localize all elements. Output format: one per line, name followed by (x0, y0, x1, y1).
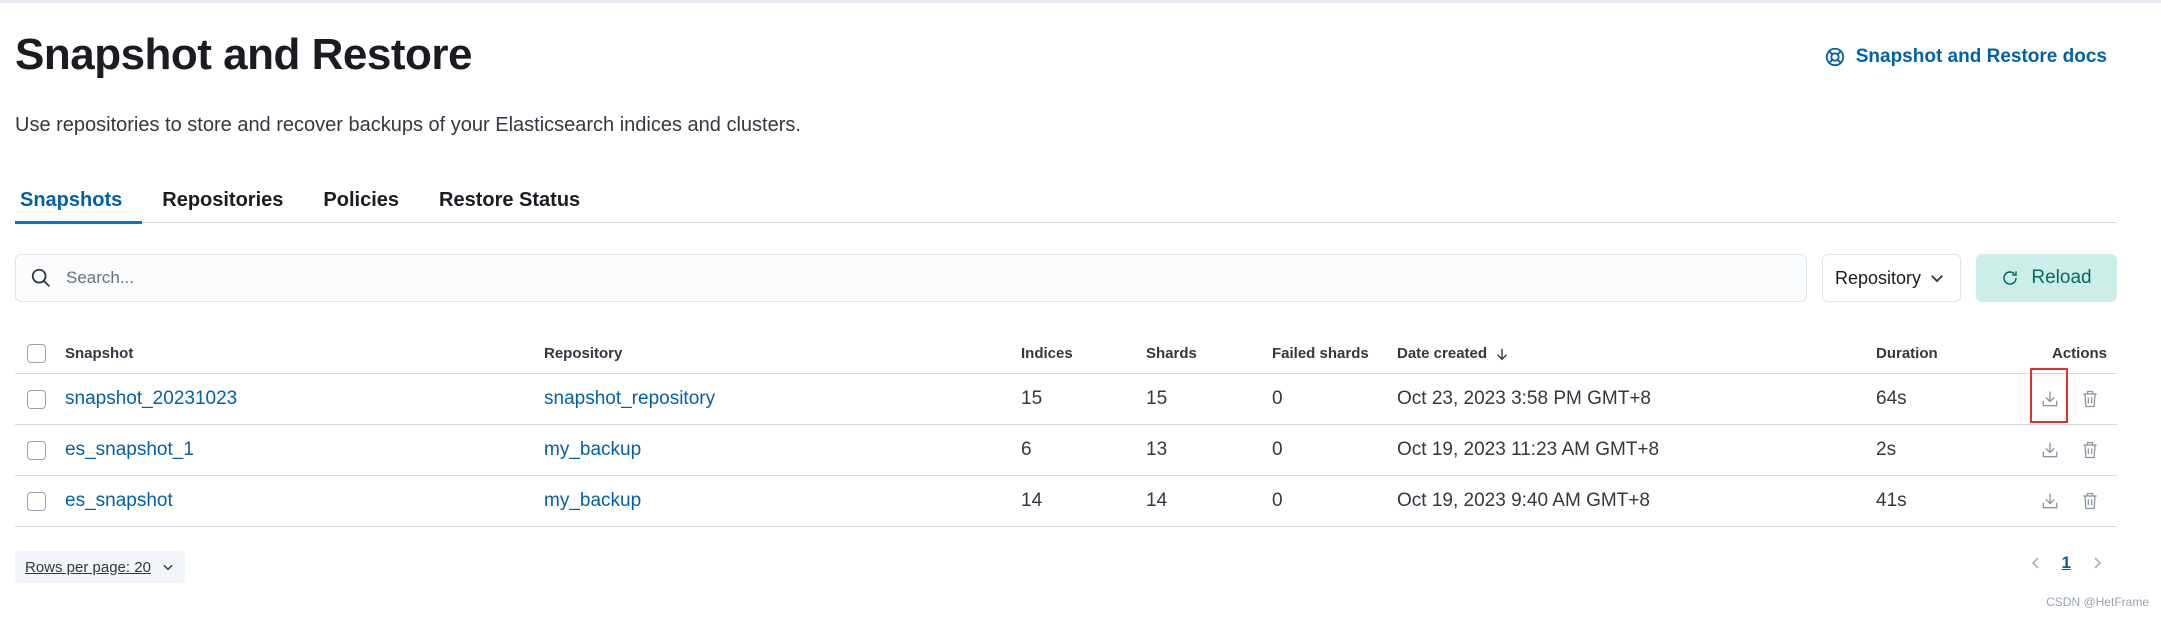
page-title: Snapshot and Restore (15, 30, 472, 79)
chevron-down-icon (1931, 275, 1943, 283)
snapshot-name-link[interactable]: es_snapshot (65, 476, 173, 526)
repository-link[interactable]: my_backup (544, 425, 641, 475)
chevron-down-icon (163, 564, 173, 571)
annotation-highlight-box (2030, 368, 2068, 423)
restore-button[interactable] (2037, 425, 2063, 475)
snapshot-name-link[interactable]: snapshot_20231023 (65, 374, 237, 424)
column-header-repository[interactable]: Repository (544, 334, 622, 373)
date-created: Oct 19, 2023 11:23 AM GMT+8 (1397, 439, 1660, 460)
delete-button[interactable] (2077, 374, 2103, 424)
date-created-label: Date created (1397, 345, 1488, 362)
snapshot-name-link[interactable]: es_snapshot_1 (65, 425, 194, 475)
delete-button[interactable] (2077, 425, 2103, 475)
delete-button[interactable] (2077, 476, 2103, 526)
shards-count: 14 (1146, 490, 1168, 511)
tab-policies[interactable]: Policies (303, 178, 419, 223)
shards-count: 15 (1146, 388, 1168, 409)
repository-link[interactable]: my_backup (544, 476, 641, 526)
select-all-checkbox[interactable] (27, 344, 46, 363)
page-number-button[interactable]: 1 (2062, 553, 2071, 573)
trash-icon (2083, 390, 2097, 408)
chevron-left-icon (2031, 557, 2039, 569)
column-header-date-created[interactable]: Date created (1397, 334, 1509, 373)
search-box (15, 254, 1807, 302)
refresh-icon (2003, 271, 2018, 285)
table-header: Snapshot Repository Indices Shards Faile… (15, 334, 2117, 374)
row-checkbox[interactable] (27, 491, 46, 511)
restore-button[interactable] (2037, 476, 2063, 526)
page-description: Use repositories to store and recover ba… (15, 114, 801, 136)
date-created: Oct 19, 2023 9:40 AM GMT+8 (1397, 490, 1650, 511)
trash-icon (2083, 441, 2097, 459)
indices-count: 15 (1021, 388, 1043, 409)
search-icon (31, 268, 50, 287)
duration: 2s (1876, 439, 1897, 460)
indices-count: 6 (1021, 439, 1032, 460)
tab-repositories[interactable]: Repositories (142, 178, 303, 223)
chevron-right-icon (2094, 557, 2102, 569)
watermark-text: CSDN @HetFrame (2046, 595, 2149, 609)
next-page-button[interactable] (2089, 555, 2105, 571)
shards-count: 13 (1146, 439, 1168, 460)
docs-link-label: Snapshot and Restore docs (1855, 46, 2107, 67)
indices-count: 14 (1021, 490, 1043, 511)
repository-filter-label: Repository (1835, 267, 1922, 288)
column-header-failed-shards[interactable]: Failed shards (1272, 334, 1369, 373)
repository-link[interactable]: snapshot_repository (544, 374, 715, 424)
table-row: snapshot_20231023 snapshot_repository 15… (15, 374, 2117, 425)
duration: 41s (1876, 490, 1907, 511)
column-header-indices[interactable]: Indices (1021, 334, 1073, 373)
table-row: es_snapshot my_backup 14 14 0 Oct 19, 20… (15, 476, 2117, 527)
previous-page-button[interactable] (2028, 555, 2044, 571)
tab-snapshots[interactable]: Snapshots (15, 178, 143, 224)
reload-button[interactable]: Reload (1976, 254, 2117, 302)
search-input[interactable] (66, 268, 1766, 288)
tab-restore-status[interactable]: Restore Status (419, 178, 600, 223)
reload-label: Reload (2031, 267, 2092, 288)
tab-bar: Snapshots Repositories Policies Restore … (15, 178, 2117, 224)
download-restore-icon (2042, 442, 2058, 458)
snapshots-table: Snapshot Repository Indices Shards Faile… (15, 334, 2117, 527)
docs-link[interactable]: Snapshot and Restore docs (1824, 46, 2107, 68)
column-header-shards[interactable]: Shards (1146, 334, 1197, 373)
row-checkbox[interactable] (27, 440, 46, 460)
help-lifebuoy-icon (1825, 47, 1844, 67)
failed-shards-count: 0 (1272, 439, 1283, 460)
rows-per-page-label: Rows per page: 20 (25, 558, 151, 576)
table-row: es_snapshot_1 my_backup 6 13 0 Oct 19, 2… (15, 425, 2117, 476)
date-created: Oct 23, 2023 3:58 PM GMT+8 (1397, 388, 1651, 409)
download-restore-icon (2042, 493, 2058, 509)
repository-filter-select[interactable]: Repository (1822, 254, 1961, 302)
column-header-snapshot[interactable]: Snapshot (65, 334, 133, 373)
failed-shards-count: 0 (1272, 490, 1283, 511)
snapshot-restore-page: Snapshot and Restore Snapshot and Restor… (15, 0, 2117, 617)
pagination: 1 (2028, 553, 2105, 573)
sort-down-arrow-icon (1497, 348, 1507, 360)
duration: 64s (1876, 388, 1907, 409)
rows-per-page-button[interactable]: Rows per page: 20 (15, 551, 185, 583)
failed-shards-count: 0 (1272, 388, 1283, 409)
column-header-duration[interactable]: Duration (1876, 334, 1938, 373)
row-checkbox[interactable] (27, 389, 46, 409)
trash-icon (2083, 492, 2097, 510)
